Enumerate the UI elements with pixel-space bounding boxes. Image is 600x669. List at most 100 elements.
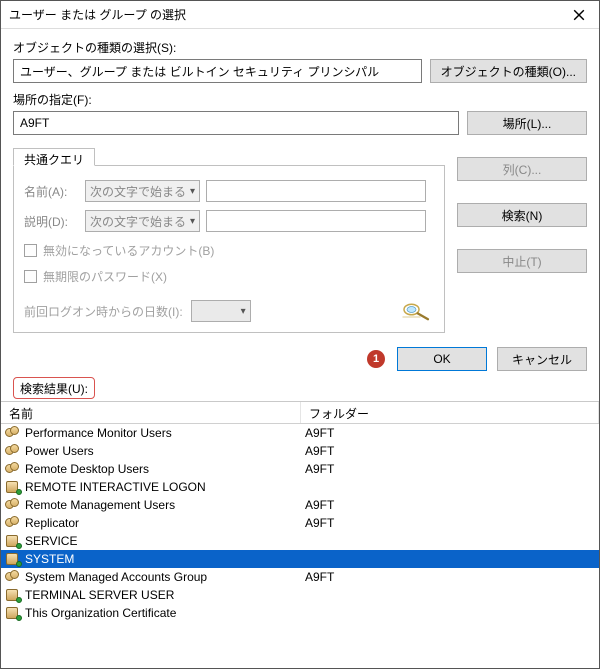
select-user-group-dialog: ユーザー または グループ の選択 オブジェクトの種類の選択(S): ユーザー、…	[0, 0, 600, 669]
search-results-label: 検索結果(U):	[13, 377, 95, 399]
table-row[interactable]: TERMINAL SERVER USER	[1, 586, 599, 604]
principal-icon	[5, 552, 21, 566]
object-type-label: オブジェクトの種類の選択(S):	[13, 39, 587, 56]
criteria-section: オブジェクトの種類の選択(S): ユーザー、グループ または ビルトイン セキュ…	[1, 29, 599, 341]
cell-name: Remote Desktop Users	[1, 462, 301, 476]
disabled-accounts-label: 無効になっているアカウント(B)	[43, 242, 214, 259]
cell-name: Power Users	[1, 444, 301, 458]
row-folder-text: A9FT	[305, 498, 334, 512]
cell-name: Remote Management Users	[1, 498, 301, 512]
cell-name: SYSTEM	[1, 552, 301, 566]
cell-name: TERMINAL SERVER USER	[1, 588, 301, 602]
principal-icon	[5, 588, 21, 602]
table-row[interactable]: Remote Management Users A9FT	[1, 496, 599, 514]
desc-filter-label: 説明(D):	[24, 213, 79, 230]
results-body[interactable]: Performance Monitor UsersA9FTPower Users…	[1, 424, 599, 668]
table-row[interactable]: This Organization Certificate	[1, 604, 599, 622]
row-name-text: TERMINAL SERVER USER	[25, 588, 174, 602]
row-name-text: Remote Management Users	[25, 498, 175, 512]
row-folder-text: A9FT	[305, 570, 334, 584]
cell-name: This Organization Certificate	[1, 606, 301, 620]
titlebar: ユーザー または グループ の選択	[1, 1, 599, 29]
cell-folder: A9FT	[301, 462, 599, 476]
name-filter-input[interactable]	[206, 180, 426, 202]
close-button[interactable]	[559, 1, 599, 29]
days-since-logon-label: 前回ログオン時からの日数(I):	[24, 303, 183, 320]
row-folder-text: A9FT	[305, 462, 334, 476]
desc-filter-combo[interactable]: 次の文字で始まる ▾	[85, 210, 200, 232]
nonexpiring-password-checkbox[interactable]	[24, 270, 37, 283]
dialog-buttons: 1 OK キャンセル	[1, 341, 599, 377]
row-name-text: Performance Monitor Users	[25, 426, 172, 440]
row-folder-text: A9FT	[305, 516, 334, 530]
cell-name: Replicator	[1, 516, 301, 530]
group-icon	[5, 426, 21, 440]
cell-folder: A9FT	[301, 426, 599, 440]
search-lens-icon	[398, 300, 434, 322]
table-row[interactable]: Power Users A9FT	[1, 442, 599, 460]
principal-icon	[5, 480, 21, 494]
name-filter-label: 名前(A):	[24, 183, 79, 200]
cell-name: SERVICE	[1, 534, 301, 548]
chevron-down-icon: ▾	[190, 216, 195, 227]
location-display: A9FT	[13, 111, 459, 135]
row-name-text: REMOTE INTERACTIVE LOGON	[25, 480, 206, 494]
table-row[interactable]: Performance Monitor Users A9FT	[1, 424, 599, 442]
ok-button[interactable]: OK	[397, 347, 487, 371]
row-name-text: Replicator	[25, 516, 79, 530]
window-title: ユーザー または グループ の選択	[9, 6, 186, 23]
row-folder-text: A9FT	[305, 444, 334, 458]
cell-folder: A9FT	[301, 444, 599, 458]
group-icon	[5, 444, 21, 458]
table-row[interactable]: Replicator A9FT	[1, 514, 599, 532]
table-row[interactable]: REMOTE INTERACTIVE LOGON	[1, 478, 599, 496]
table-row[interactable]: SYSTEM	[1, 550, 599, 568]
group-icon	[5, 498, 21, 512]
results-listview: 名前 フォルダー Performance Monitor UsersA9FTPo…	[1, 401, 599, 668]
cell-folder: A9FT	[301, 516, 599, 530]
group-icon	[5, 462, 21, 476]
disabled-accounts-checkbox[interactable]	[24, 244, 37, 257]
nonexpiring-password-label: 無期限のパスワード(X)	[43, 268, 167, 285]
name-filter-combo[interactable]: 次の文字で始まる ▾	[85, 180, 200, 202]
object-types-button[interactable]: オブジェクトの種類(O)...	[430, 59, 587, 83]
annotation-badge-1: 1	[367, 350, 385, 368]
location-label: 場所の指定(F):	[13, 91, 587, 108]
table-row[interactable]: Remote Desktop Users A9FT	[1, 460, 599, 478]
name-filter-combo-text: 次の文字で始まる	[90, 183, 186, 200]
chevron-down-icon: ▾	[190, 186, 195, 197]
cancel-button[interactable]: キャンセル	[497, 347, 587, 371]
row-name-text: Power Users	[25, 444, 94, 458]
row-name-text: This Organization Certificate	[25, 606, 176, 620]
cell-name: Performance Monitor Users	[1, 426, 301, 440]
table-row[interactable]: SERVICE	[1, 532, 599, 550]
cell-name: System Managed Accounts Group	[1, 570, 301, 584]
days-since-logon-combo[interactable]: ▾	[191, 300, 251, 322]
cell-folder: A9FT	[301, 498, 599, 512]
principal-icon	[5, 606, 21, 620]
desc-filter-input[interactable]	[206, 210, 426, 232]
common-query-panel: 共通クエリ 名前(A): 次の文字で始まる ▾ 説明(D): 次の文字で始まる	[13, 165, 445, 333]
object-type-display: ユーザー、グループ または ビルトイン セキュリティ プリンシパル	[13, 59, 422, 83]
locations-button[interactable]: 場所(L)...	[467, 111, 587, 135]
chevron-down-icon: ▾	[241, 306, 246, 317]
row-name-text: SYSTEM	[25, 552, 74, 566]
close-icon	[573, 9, 585, 21]
row-name-text: Remote Desktop Users	[25, 462, 149, 476]
row-name-text: System Managed Accounts Group	[25, 570, 207, 584]
group-icon	[5, 516, 21, 530]
column-header-folder[interactable]: フォルダー	[301, 402, 599, 423]
group-icon	[5, 570, 21, 584]
columns-button: 列(C)...	[457, 157, 587, 181]
results-header: 名前 フォルダー	[1, 402, 599, 424]
common-query-tab[interactable]: 共通クエリ	[13, 148, 95, 166]
row-folder-text: A9FT	[305, 426, 334, 440]
search-button[interactable]: 検索(N)	[457, 203, 587, 227]
cell-name: REMOTE INTERACTIVE LOGON	[1, 480, 301, 494]
column-header-name[interactable]: 名前	[1, 402, 301, 423]
table-row[interactable]: System Managed Accounts Group A9FT	[1, 568, 599, 586]
row-name-text: SERVICE	[25, 534, 77, 548]
stop-button: 中止(T)	[457, 249, 587, 273]
cell-folder: A9FT	[301, 570, 599, 584]
principal-icon	[5, 534, 21, 548]
